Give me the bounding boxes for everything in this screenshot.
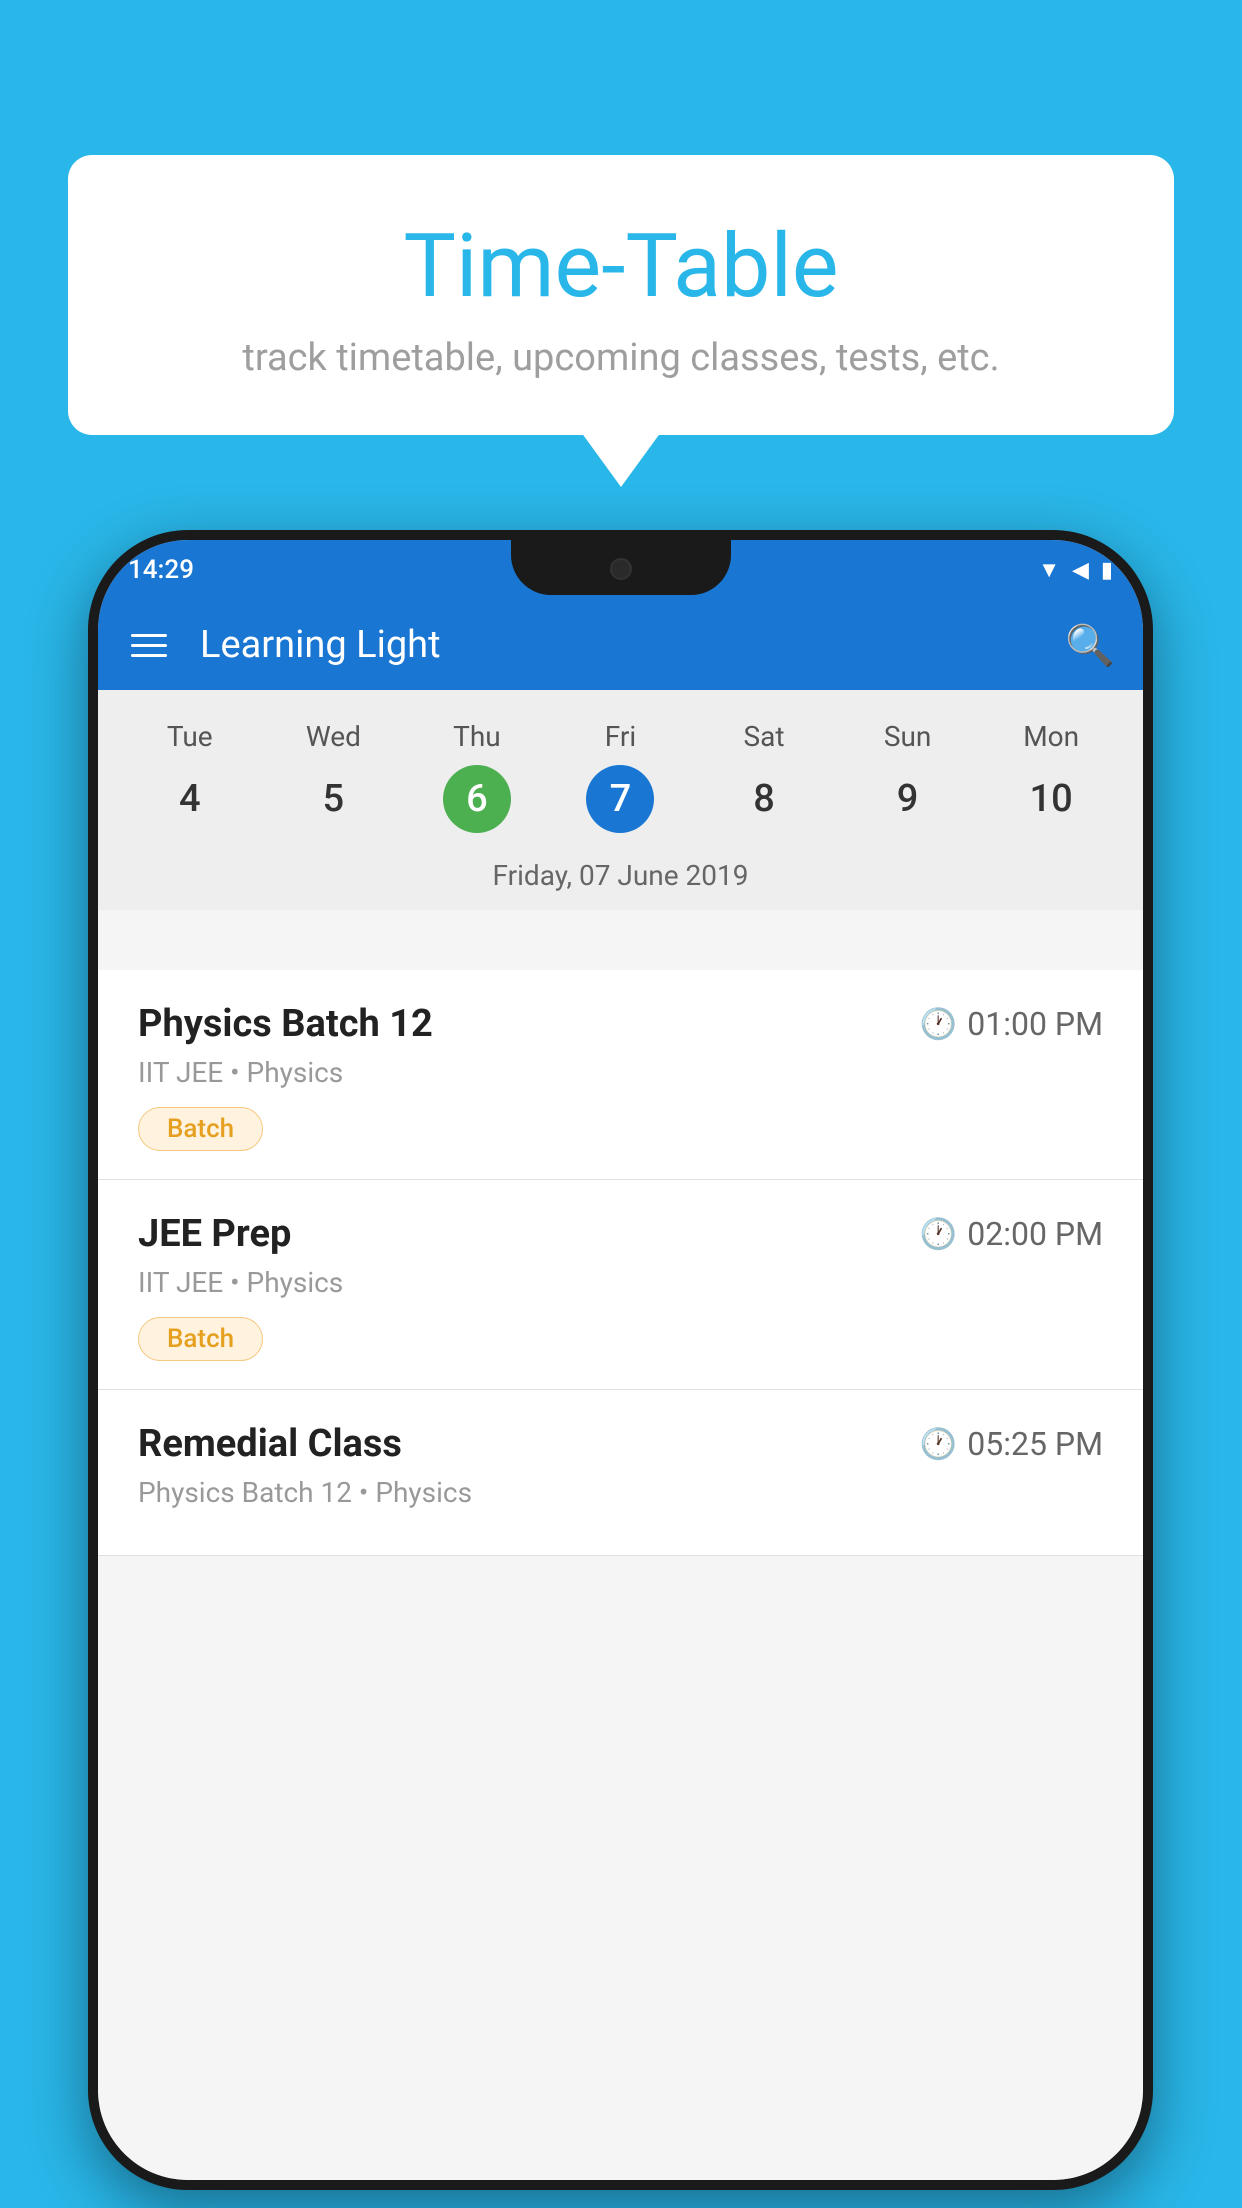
calendar-day-wed[interactable]: Wed 5 <box>273 720 393 833</box>
schedule-item-1[interactable]: Physics Batch 12 🕐 01:00 PM IIT JEE • Ph… <box>98 970 1143 1180</box>
calendar-day-sun[interactable]: Sun 9 <box>848 720 968 833</box>
speech-bubble-title: Time-Table <box>118 215 1124 318</box>
schedule-item-1-sub: IIT JEE • Physics <box>138 1056 1103 1089</box>
schedule-item-3-sub: Physics Batch 12 • Physics <box>138 1476 1103 1509</box>
schedule-item-3-time: 🕐 05:25 PM <box>920 1425 1103 1463</box>
schedule-item-1-time: 🕐 01:00 PM <box>920 1005 1103 1043</box>
hamburger-icon[interactable] <box>126 629 172 662</box>
calendar-day-thu[interactable]: Thu 6 <box>417 720 537 833</box>
calendar-date-label: Friday, 07 June 2019 <box>98 843 1143 910</box>
schedule-item-3-title: Remedial Class <box>138 1422 402 1466</box>
schedule-item-2-title: JEE Prep <box>138 1212 291 1256</box>
phone-screen: 14:29 ▼ ◀ ▮ Learning Light 🔍 <box>98 540 1143 2180</box>
calendar-days-row: Tue 4 Wed 5 Thu 6 Fri <box>98 710 1143 843</box>
wifi-icon: ▼ <box>1038 557 1060 583</box>
calendar-day-sat[interactable]: Sat 8 <box>704 720 824 833</box>
status-icons: ▼ ◀ ▮ <box>1038 557 1113 583</box>
clock-icon-1: 🕐 <box>920 1007 957 1042</box>
battery-icon: ▮ <box>1101 558 1113 583</box>
calendar: Tue 4 Wed 5 Thu 6 Fri <box>98 690 1143 910</box>
notch <box>511 540 731 595</box>
search-icon[interactable]: 🔍 <box>1065 622 1115 669</box>
calendar-day-tue[interactable]: Tue 4 <box>130 720 250 833</box>
schedule-item-2-badge: Batch <box>138 1317 263 1361</box>
clock-icon-3: 🕐 <box>920 1427 957 1462</box>
status-time: 14:29 <box>128 555 194 585</box>
schedule-item-3-header: Remedial Class 🕐 05:25 PM <box>138 1422 1103 1466</box>
signal-icon: ◀ <box>1072 558 1089 583</box>
speech-bubble: Time-Table track timetable, upcoming cla… <box>68 155 1174 435</box>
schedule-item-1-badge: Batch <box>138 1107 263 1151</box>
schedule-item-2-header: JEE Prep 🕐 02:00 PM <box>138 1212 1103 1256</box>
background: Time-Table track timetable, upcoming cla… <box>0 0 1242 2208</box>
camera-icon <box>610 558 632 580</box>
schedule-list: Physics Batch 12 🕐 01:00 PM IIT JEE • Ph… <box>98 970 1143 2180</box>
calendar-day-mon[interactable]: Mon 10 <box>991 720 1111 833</box>
app-bar: Learning Light 🔍 <box>98 600 1143 690</box>
clock-icon-2: 🕐 <box>920 1217 957 1252</box>
schedule-item-2[interactable]: JEE Prep 🕐 02:00 PM IIT JEE • Physics Ba… <box>98 1180 1143 1390</box>
schedule-item-1-header: Physics Batch 12 🕐 01:00 PM <box>138 1002 1103 1046</box>
app-title: Learning Light <box>200 623 1065 667</box>
schedule-item-3[interactable]: Remedial Class 🕐 05:25 PM Physics Batch … <box>98 1390 1143 1556</box>
calendar-day-fri[interactable]: Fri 7 <box>560 720 680 833</box>
schedule-item-1-title: Physics Batch 12 <box>138 1002 433 1046</box>
schedule-item-2-time: 🕐 02:00 PM <box>920 1215 1103 1253</box>
speech-bubble-subtitle: track timetable, upcoming classes, tests… <box>118 336 1124 380</box>
schedule-item-2-sub: IIT JEE • Physics <box>138 1266 1103 1299</box>
phone: 14:29 ▼ ◀ ▮ Learning Light 🔍 <box>88 530 1153 2190</box>
